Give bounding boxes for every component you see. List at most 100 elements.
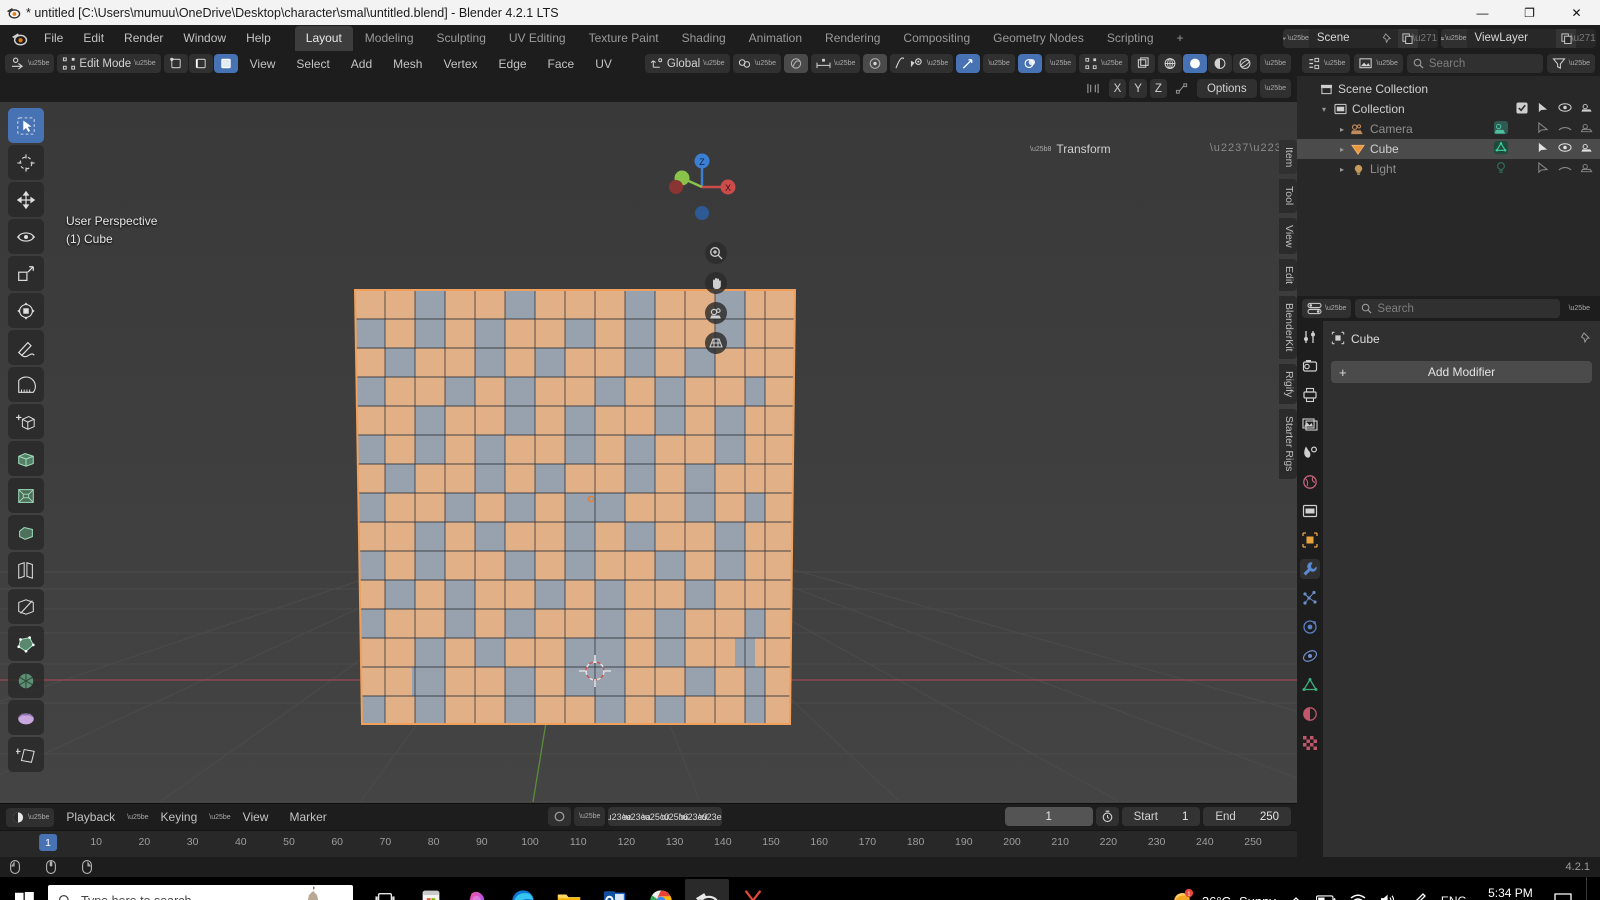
language-indicator[interactable]: ENG [1441,894,1467,900]
transform-tool[interactable] [8,293,44,328]
viewport-menu-select[interactable]: Select [287,55,338,73]
sidebar-tab-starter-rigs[interactable]: Starter Rigs [1279,409,1297,479]
menu-help[interactable]: Help [236,27,281,49]
properties-editor-type-icon[interactable]: \u25be [1302,299,1352,318]
xray-toggle[interactable] [863,54,888,73]
viewport-menu-face[interactable]: Face [539,55,584,73]
workspace-tab-animation[interactable]: Animation [738,26,813,51]
scale-tool[interactable] [8,256,44,291]
pen-settings-icon[interactable] [1411,892,1427,900]
outliner-editor-type-icon[interactable]: \u25be [1302,54,1351,73]
topology-mirror-icon[interactable] [1170,79,1194,98]
outliner-row-scene-collection[interactable]: Scene Collection [1297,79,1600,99]
use-preview-range-icon[interactable] [1095,807,1119,826]
spin-tool[interactable] [8,663,44,698]
viewport-menu-mesh[interactable]: Mesh [384,55,431,73]
sidebar-tab-rigify[interactable]: Rigify [1279,363,1297,405]
outliner-search-input[interactable]: Search [1406,54,1543,73]
taskbar-search-input[interactable]: Type here to search [48,885,353,900]
gizmo-options-dropdown[interactable]: \u25be [983,54,1015,73]
tool-tab[interactable] [1300,327,1320,347]
sidebar-tab-item[interactable]: Item [1279,140,1297,175]
file-explorer-icon[interactable] [547,879,591,900]
show-overlays-toggle[interactable] [1017,54,1042,73]
taskbar-clock[interactable]: 5:34 PM 11/29/2024 [1481,886,1540,900]
visibility-selector[interactable]: \u25be [903,54,954,73]
minimize-button[interactable]: — [1459,0,1506,25]
show-hidden-icons-chevron[interactable] [1290,894,1302,900]
physics-tab[interactable] [1300,617,1320,637]
current-frame-field[interactable]: 1 [1004,807,1093,826]
task-view-button[interactable] [363,879,407,900]
timeline-menu-view[interactable]: View [234,808,278,826]
auto-keying-dropdown[interactable]: \u25be [574,807,606,826]
outlook-icon[interactable] [593,879,637,900]
outliner-filter-icon[interactable]: \u25be [1546,54,1595,73]
workspace-tab-shading[interactable]: Shading [671,26,737,51]
workspace-tab-uv-editing[interactable]: UV Editing [498,26,577,51]
properties-search-input[interactable]: Search [1355,299,1560,318]
zoom-icon[interactable] [705,242,727,264]
workspace-tab-layout[interactable]: Layout [294,25,353,51]
loop-cut-tool[interactable] [8,552,44,587]
hide-in-viewport-eye-icon[interactable] [1558,122,1572,136]
weather-widget[interactable]: 1 26°C Sunny [1170,888,1276,900]
volume-icon[interactable] [1380,893,1397,900]
knife-tool[interactable] [8,589,44,624]
notification-center-icon[interactable] [1554,892,1572,900]
selectable-cursor-icon[interactable] [1537,121,1549,137]
google-chrome-icon[interactable] [639,879,683,900]
poly-build-tool[interactable] [8,626,44,661]
add-cube-tool[interactable] [8,404,44,439]
sidebar-tab-view[interactable]: View [1279,217,1297,255]
scene-pin-icon[interactable] [1377,28,1398,48]
particles-tab[interactable] [1300,588,1320,608]
viewport-menu-uv[interactable]: UV [586,55,621,73]
selectable-cursor-icon[interactable] [1537,102,1549,117]
outliner-row-light[interactable]: ▸ Light [1297,159,1600,179]
jump-to-end-button[interactable]: \u23ed [699,807,722,826]
viewport-menu-vertex[interactable]: Vertex [434,55,486,73]
snipping-tool-icon[interactable] [731,879,775,900]
menu-render[interactable]: Render [114,27,173,49]
copilot-icon[interactable] [455,879,499,900]
camera-data-icon[interactable] [1493,120,1509,138]
extrude-region-tool[interactable] [8,441,44,476]
disable-in-render-camera-icon[interactable] [1581,102,1594,116]
navigation-gizmo[interactable]: Z X [665,150,739,224]
solid-shading-button[interactable] [1182,54,1207,73]
inset-faces-tool[interactable] [8,478,44,513]
viewlayer-delete-icon[interactable]: \u2715 [1571,28,1596,48]
scene-tab[interactable] [1300,443,1320,463]
disable-in-render-camera-icon[interactable] [1580,122,1594,136]
add-workspace-button[interactable]: + [1166,26,1195,51]
view-layer-tab[interactable] [1300,414,1320,434]
menu-window[interactable]: Window [173,27,236,49]
ortho-perspective-icon[interactable] [705,332,727,354]
workspace-tab-modeling[interactable]: Modeling [354,26,425,51]
hide-in-viewport-eye-icon[interactable] [1558,142,1572,156]
collection-checkbox[interactable] [1516,101,1528,117]
constraints-tab[interactable] [1300,646,1320,666]
edge-select-button[interactable] [188,54,213,73]
overlay-options-dropdown[interactable]: \u25be [1044,54,1077,73]
workspace-tab-geometry-nodes[interactable]: Geometry Nodes [982,26,1095,51]
snapping-toggle[interactable]: \u25be [732,54,781,73]
workspace-tab-compositing[interactable]: Compositing [892,26,981,51]
timeline-editor-type-icon[interactable]: \u25be [6,807,55,827]
cube-mesh[interactable] [0,102,1297,802]
shear-tool[interactable] [8,737,44,772]
hide-in-viewport-eye-icon[interactable] [1558,162,1572,176]
microsoft-store-icon[interactable] [409,879,453,900]
expand-icon[interactable]: ▸ [1335,145,1349,154]
properties-options-chevron[interactable]: \u25be [1564,299,1595,318]
outliner-row-cube[interactable]: ▸ Cube [1297,139,1600,159]
world-tab[interactable] [1300,472,1320,492]
expand-icon[interactable]: ▸ [1335,125,1349,134]
hide-in-viewport-eye-icon[interactable] [1558,102,1572,116]
texture-tab[interactable] [1300,733,1320,753]
rendered-shading-button[interactable] [1232,54,1257,73]
start-frame-field[interactable]: Start 1 [1121,807,1201,826]
viewport-menu-add[interactable]: Add [342,55,381,73]
rotate-tool[interactable] [8,219,44,254]
